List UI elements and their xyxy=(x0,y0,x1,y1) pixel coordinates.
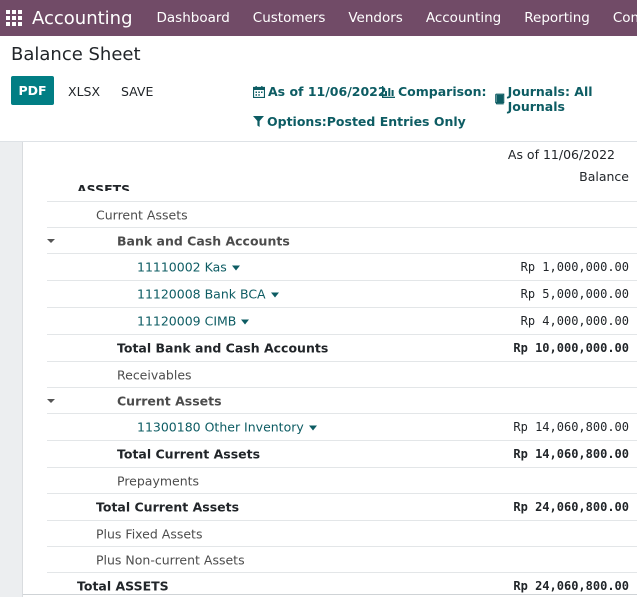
account-link[interactable]: 11120008 Bank BCA xyxy=(137,287,279,302)
journals-filter-label: Journals: All Journals xyxy=(507,84,593,114)
report-line-other-inventory[interactable]: 11300180 Other Inventory Rp 14,060,800.0… xyxy=(47,413,637,440)
xlsx-button[interactable]: XLSX xyxy=(68,84,100,99)
line-label: Bank and Cash Accounts xyxy=(117,233,290,249)
dropdown-caret-icon[interactable] xyxy=(270,292,279,298)
page-title: Balance Sheet xyxy=(11,44,141,65)
report-left-gutter xyxy=(0,142,23,597)
options-filter-label: Options:Posted Entries Only xyxy=(267,114,466,129)
control-panel-divider xyxy=(0,141,637,142)
report-line-bank-bca[interactable]: 11120008 Bank BCA Rp 5,000,000.00 xyxy=(47,280,637,307)
report-line-cimb[interactable]: 11120009 CIMB Rp 4,000,000.00 xyxy=(47,307,637,334)
line-amount: Rp 4,000,000.00 xyxy=(520,314,629,328)
report-line-prepayments[interactable]: Prepayments xyxy=(47,467,637,494)
report-line-plus-non-current-assets[interactable]: Plus Non-current Assets xyxy=(47,546,637,573)
line-label: Total Current Assets xyxy=(117,446,261,462)
line-label: Prepayments xyxy=(117,473,200,489)
menu-reporting[interactable]: Reporting xyxy=(524,10,590,26)
comparison-filter-label: Comparison: xyxy=(398,84,487,99)
menu-configuration[interactable]: Configuration xyxy=(613,10,637,26)
collapse-caret-icon[interactable] xyxy=(47,239,55,243)
save-button[interactable]: SAVE xyxy=(121,84,153,99)
app-name[interactable]: Accounting xyxy=(32,8,133,29)
date-filter-label: As of 11/06/2022 xyxy=(268,84,387,99)
line-label: Plus Non-current Assets xyxy=(96,552,245,568)
line-amount: Rp 1,000,000.00 xyxy=(520,260,629,274)
report-line-total-bank-cash: Total Bank and Cash Accounts Rp 10,000,0… xyxy=(47,334,637,361)
dropdown-caret-icon[interactable] xyxy=(241,319,250,325)
line-label: Total ASSETS xyxy=(77,578,169,594)
report-line-current-assets-header[interactable]: Current Assets xyxy=(47,201,637,228)
menu-accounting[interactable]: Accounting xyxy=(426,10,501,26)
line-amount: Rp 24,060,800.00 xyxy=(513,579,629,593)
report-line-receivables[interactable]: Receivables xyxy=(47,361,637,388)
top-navbar: Accounting Dashboard Customers Vendors A… xyxy=(0,0,637,36)
section-title-assets: ASSETS xyxy=(77,182,131,191)
line-label: Current Assets xyxy=(117,393,222,409)
line-label: Plus Fixed Assets xyxy=(96,526,203,542)
menu-customers[interactable]: Customers xyxy=(253,10,326,26)
column-header-balance: Balance xyxy=(579,169,629,184)
column-header-date: As of 11/06/2022 xyxy=(507,147,615,162)
line-label: Total Current Assets xyxy=(96,499,240,515)
book-icon xyxy=(495,93,505,105)
dropdown-caret-icon[interactable] xyxy=(231,265,240,271)
bar-chart-icon xyxy=(382,85,395,98)
account-link[interactable]: 11110002 Kas xyxy=(137,260,240,275)
line-amount: Rp 14,060,800.00 xyxy=(513,420,629,434)
journals-filter[interactable]: Journals: All Journals xyxy=(494,84,637,114)
line-amount: Rp 24,060,800.00 xyxy=(513,500,629,514)
report-line-plus-fixed-assets[interactable]: Plus Fixed Assets xyxy=(47,520,637,547)
report-bottom-border xyxy=(23,594,637,595)
apps-menu-icon[interactable] xyxy=(6,10,22,26)
pdf-button[interactable]: PDF xyxy=(11,76,54,105)
dropdown-caret-icon[interactable] xyxy=(308,425,317,431)
report-line-bank-cash-header[interactable]: Bank and Cash Accounts xyxy=(47,227,637,254)
report-line-current-assets-sub-header[interactable]: Current Assets xyxy=(47,387,637,414)
filter-icon xyxy=(253,116,264,127)
account-link[interactable]: 11300180 Other Inventory xyxy=(137,420,317,435)
line-label: Total Bank and Cash Accounts xyxy=(117,340,329,356)
report-line-total-current-assets-sub: Total Current Assets Rp 14,060,800.00 xyxy=(47,440,637,467)
menu-vendors[interactable]: Vendors xyxy=(348,10,402,26)
date-filter[interactable]: As of 11/06/2022 xyxy=(253,84,387,99)
line-label: Receivables xyxy=(117,367,192,383)
account-link[interactable]: 11120009 CIMB xyxy=(137,314,250,329)
line-amount: Rp 14,060,800.00 xyxy=(513,447,629,461)
calendar-icon xyxy=(253,85,265,98)
line-label: Current Assets xyxy=(96,207,188,223)
report-line-kas[interactable]: 11110002 Kas Rp 1,000,000.00 xyxy=(47,253,637,280)
line-amount: Rp 10,000,000.00 xyxy=(513,341,629,355)
line-amount: Rp 5,000,000.00 xyxy=(520,287,629,301)
report-line-total-current-assets: Total Current Assets Rp 24,060,800.00 xyxy=(47,493,637,520)
options-filter[interactable]: Options:Posted Entries Only xyxy=(253,114,466,129)
comparison-filter[interactable]: Comparison: xyxy=(382,84,487,99)
collapse-caret-icon[interactable] xyxy=(47,399,55,403)
menu-dashboard[interactable]: Dashboard xyxy=(157,10,230,26)
